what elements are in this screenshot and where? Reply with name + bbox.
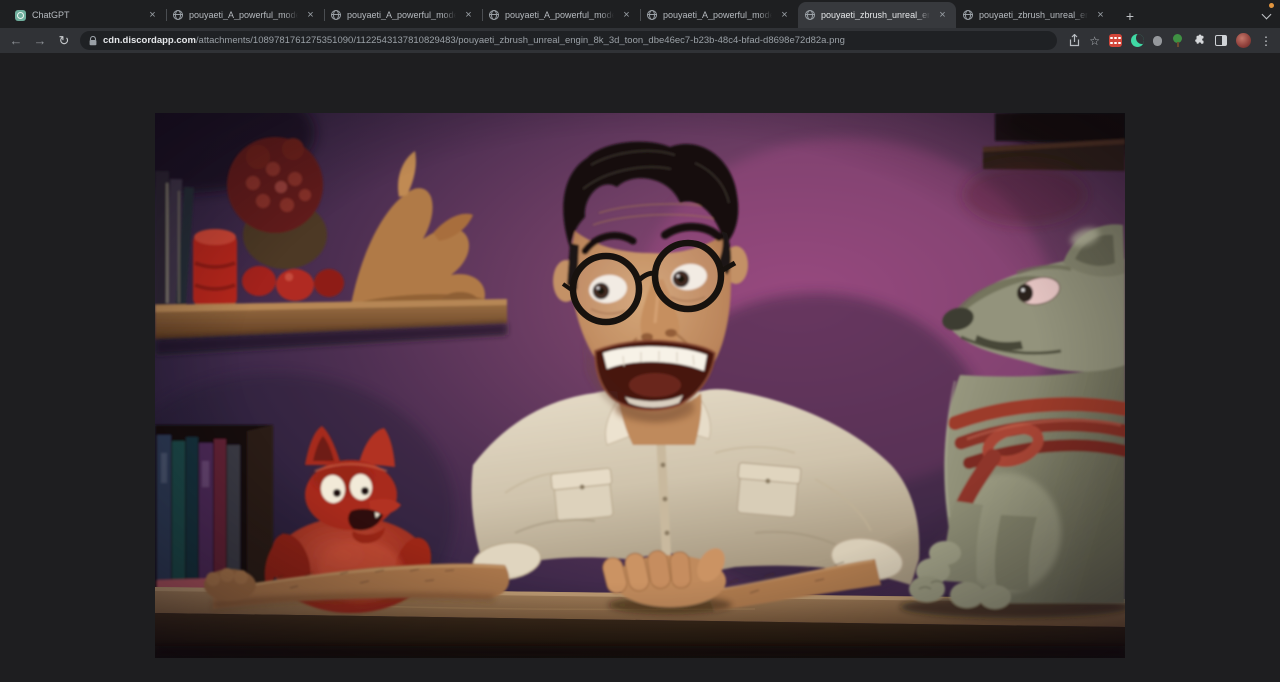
tab-title: pouyaeti_zbrush_unreal_engin — [979, 10, 1088, 20]
url-path: /attachments/1089781761275351090/1122543… — [196, 35, 845, 46]
tab-close-button[interactable]: × — [1094, 9, 1107, 22]
tab[interactable]: pouyaeti_A_powerful_modern × — [166, 2, 324, 28]
tab-strip: ChatGPT×pouyaeti_A_powerful_modern×pouya… — [0, 0, 1280, 28]
tab-close-button[interactable]: × — [304, 9, 317, 22]
globe-icon — [963, 10, 973, 20]
dark-reader-moon-icon[interactable] — [1131, 34, 1144, 47]
page-viewport — [0, 53, 1280, 682]
new-tab-button[interactable]: + — [1118, 4, 1142, 28]
toolbar: ← → ↻ cdn.discordapp.com/attachments/108… — [0, 28, 1280, 53]
tab[interactable]: pouyaeti_A_powerful_modern × — [640, 2, 798, 28]
tab-active[interactable]: pouyaeti_zbrush_unreal_engin × — [798, 2, 956, 28]
back-button[interactable]: ← — [8, 34, 24, 47]
tab-close-button[interactable]: × — [462, 9, 475, 22]
toon-artwork — [155, 113, 1125, 658]
browser-window: ChatGPT×pouyaeti_A_powerful_modern×pouya… — [0, 0, 1280, 682]
address-bar[interactable]: cdn.discordapp.com/attachments/108978176… — [80, 31, 1057, 50]
url-text: cdn.discordapp.com/attachments/108978176… — [103, 35, 845, 46]
red-grid-extension-icon[interactable] — [1109, 34, 1122, 47]
tab-close-button[interactable]: × — [778, 9, 791, 22]
bookmark-star-icon[interactable]: ☆ — [1089, 34, 1100, 48]
tab-strip-tabs: ChatGPT×pouyaeti_A_powerful_modern×pouya… — [8, 2, 1114, 28]
tab[interactable]: pouyaeti_A_powerful_modern × — [324, 2, 482, 28]
tab-close-button[interactable]: × — [620, 9, 633, 22]
globe-icon — [331, 10, 341, 20]
tab[interactable]: ChatGPT × — [8, 2, 166, 28]
tab-title: pouyaeti_A_powerful_modern — [505, 10, 614, 20]
globe-icon — [173, 10, 183, 20]
kebab-menu-icon[interactable]: ⋮ — [1260, 34, 1272, 48]
tab-close-button[interactable]: × — [936, 9, 949, 22]
profile-avatar[interactable] — [1236, 33, 1251, 48]
update-notification-dot — [1269, 3, 1274, 8]
globe-icon — [805, 10, 815, 20]
tab[interactable]: pouyaeti_A_powerful_modern × — [482, 2, 640, 28]
gray-extension-icon[interactable] — [1153, 36, 1162, 46]
tab-search-chevron-icon[interactable] — [1262, 10, 1272, 20]
forward-button[interactable]: → — [32, 34, 48, 47]
globe-icon — [647, 10, 657, 20]
share-icon[interactable] — [1069, 34, 1080, 47]
discord-attachment-image[interactable] — [155, 113, 1125, 658]
tab-title: pouyaeti_A_powerful_modern — [347, 10, 456, 20]
tab-title: pouyaeti_zbrush_unreal_engin — [821, 10, 930, 20]
tab-close-button[interactable]: × — [146, 9, 159, 22]
url-domain: cdn.discordapp.com — [103, 35, 196, 46]
tab-title: pouyaeti_A_powerful_modern — [189, 10, 298, 20]
reload-button[interactable]: ↻ — [56, 34, 72, 47]
lock-icon — [89, 36, 97, 46]
vignette — [155, 113, 1125, 658]
toolbar-actions: ☆ ⋮ — [1065, 33, 1272, 48]
chatgpt-icon — [15, 10, 26, 21]
side-panel-icon[interactable] — [1215, 35, 1227, 46]
green-tree-extension-icon[interactable] — [1171, 34, 1184, 47]
extensions-puzzle-icon[interactable] — [1193, 34, 1206, 47]
globe-icon — [489, 10, 499, 20]
tab-title: pouyaeti_A_powerful_modern — [663, 10, 772, 20]
tab-title: ChatGPT — [32, 10, 140, 20]
tab[interactable]: pouyaeti_zbrush_unreal_engin × — [956, 2, 1114, 28]
